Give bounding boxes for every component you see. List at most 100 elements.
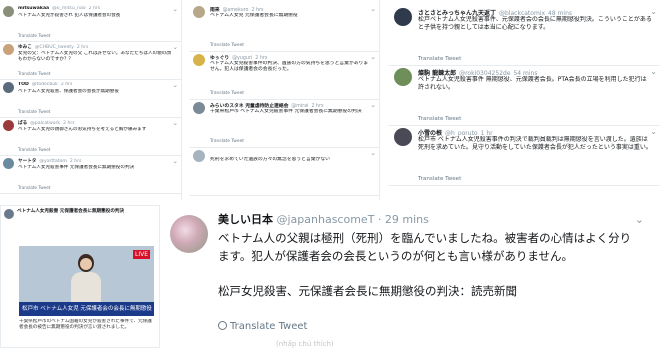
tweet-avatar[interactable] <box>193 102 205 114</box>
tweet-time[interactable]: 2 hrs <box>89 6 101 11</box>
translate-tweet-link[interactable]: Translate Tweet <box>18 109 50 114</box>
divider <box>0 193 181 194</box>
tweet-handle[interactable]: @todocbuk <box>32 82 58 87</box>
main-tweet-author-name[interactable]: 美しい日本 <box>218 213 273 226</box>
tweet-handle[interactable]: @CHBUC_tweety <box>35 45 74 50</box>
tweet-text: 松戸ベトナム人女児殺害事件、元保護者会の会長に無期懲役判決。こういうことがあると… <box>418 16 652 31</box>
tweet-item[interactable]: 雨来 @amekuro 2 hrs ベトナム人女児 元保護者会長に無期懲役 Trans… <box>190 4 379 52</box>
tweet-header: ヤートタ @yarttatom 2 hrs <box>18 158 171 164</box>
chevron-down-icon[interactable]: ⌄ <box>370 101 376 109</box>
tweet-avatar[interactable] <box>193 150 205 162</box>
chevron-down-icon[interactable]: ⌄ <box>650 127 657 136</box>
chevron-down-icon[interactable]: ⌄ <box>650 7 657 16</box>
tweet-item[interactable]: ゆぅぐり @yuguri 2 hrs ベトナム人女児殺害事件の判決、遺族の方の気持ちを… <box>190 52 379 100</box>
image-caption-footer: (nhấp chú thích) <box>276 340 334 348</box>
tweet-text: ベトナム人女児が殺害され 犯人は保護者会の会長 <box>18 12 121 18</box>
tweet-item[interactable]: ゆみこ @CHBUC_tweety 2 hrs 女児の父：ベトナム人女児の父 これは許… <box>0 42 181 80</box>
translate-tweet-label: Translate Tweet <box>230 321 308 332</box>
tweet-text: ベトナム人女児殺害事件の判決、遺族の方の気持ちを思うと言葉がありません。犯人は保… <box>210 60 369 73</box>
main-tweet-link-text[interactable]: 松戸女児殺害、元保護者会長に無期懲役の判決：読売新聞 <box>218 283 638 299</box>
chevron-down-icon[interactable]: ⌄ <box>635 213 644 226</box>
tweet-item[interactable]: TOD @todocbuk 2 hrs ベトナム人女児殺害、保護者会の会長が無期懲役 T… <box>0 80 181 118</box>
tweet-item[interactable]: さとさとみっちゃん九天返丁 @blackcatomix 48 mins 松戸ベトナム人… <box>388 6 660 66</box>
translate-tweet-link[interactable]: Translate Tweet <box>210 91 244 96</box>
tweet-text: ベトナム人女児殺害事件 元保護者会長に無期懲役の判決 <box>18 164 135 170</box>
tweet-author-name[interactable]: TOD <box>18 82 29 87</box>
tweet-author-name[interactable]: ぱる <box>18 121 27 126</box>
main-tweet-handle[interactable]: @japanhascomeT <box>277 213 375 226</box>
chevron-down-icon[interactable]: ⌄ <box>172 5 178 13</box>
tweet-time[interactable]: 2 hrs <box>77 45 89 50</box>
translate-tweet-button[interactable]: Translate Tweet <box>218 321 307 332</box>
chevron-down-icon[interactable]: ⌄ <box>370 5 376 13</box>
tweet-text: 松戸市 ベトナム人女児殺害事件の判決で裁判員裁判は無期懲役を言い渡した。遺族は死… <box>418 136 652 151</box>
chevron-down-icon[interactable]: ⌄ <box>172 119 178 127</box>
tweet-time[interactable]: 2 hrs <box>63 121 75 126</box>
tweet-item[interactable]: みらいのスタネ 児童虐待防止連絡会 @mirai 2 hrs 千葉県松戸市 ベトナム人… <box>190 100 379 148</box>
tweet-time[interactable]: 2 hrs <box>70 159 82 164</box>
tweet-item[interactable]: 燦駒 龍錬太郎 @roki0304252de 54 mins ベトナム人女児殺害事件 … <box>388 66 660 126</box>
translate-tweet-link[interactable]: Translate Tweet <box>210 43 244 48</box>
chevron-down-icon[interactable]: ⌄ <box>370 149 376 157</box>
chevron-down-icon[interactable]: ⌄ <box>650 67 657 76</box>
main-tweet-time[interactable]: 29 mins <box>385 213 429 226</box>
news-caption-bar: 松戸市 ベトナム人女児 元保護者会の会長に無期懲役 <box>19 302 154 316</box>
tweet-author-name[interactable]: mitsuwakaa <box>18 6 49 11</box>
divider <box>388 185 660 186</box>
tweet-text: ベトナム人女児殺害事件 無期懲役、元保護者会長。PTA会長の立場を利用した犯行は… <box>418 76 647 91</box>
news-headline: ベトナム人女児殺害 元保護者会長に無期懲役の判決 <box>17 209 125 214</box>
chevron-down-icon[interactable]: ⌄ <box>172 157 178 165</box>
tweet-avatar[interactable] <box>3 82 14 93</box>
tweet-avatar[interactable] <box>3 158 14 169</box>
tweet-handle[interactable]: @yarttatom <box>39 159 67 164</box>
tweet-item[interactable]: ぱる @palcatwork 2 hrs ベトナム人女児の親御さんのお気持ちを考えると… <box>0 118 181 156</box>
translate-tweet-link[interactable]: Translate Tweet <box>18 185 50 190</box>
translate-tweet-link[interactable]: Translate Tweet <box>18 71 50 76</box>
tweet-item[interactable]: ヤートタ @yarttatom 2 hrs ベトナム人女児殺害事件 元保護者会長に無期… <box>0 156 181 194</box>
tweet-handle[interactable]: @palcatwork <box>30 121 60 126</box>
translate-tweet-link[interactable]: Translate Tweet <box>18 33 50 38</box>
tweet-avatar[interactable] <box>3 44 14 55</box>
anchor-figure <box>69 254 103 302</box>
news-sub-text: 千葉県松戸市のベトナム国籍の女児が殺害された事件で、元保護者会長の被告に無期懲役… <box>19 319 152 330</box>
tweet-text: ベトナム人女児の親御さんのお気持ちを考えると胸が痛みます <box>18 126 147 132</box>
tweet-item[interactable]: mitsuwakaa @o_mitsu_nao 2 hrs ベトナム人女児が殺害され … <box>0 4 181 42</box>
chevron-down-icon[interactable]: ⌄ <box>172 81 178 89</box>
chevron-down-icon[interactable]: ⌄ <box>172 43 178 51</box>
chevron-down-icon[interactable]: ⌄ <box>370 53 376 61</box>
main-tweet-avatar[interactable] <box>170 215 208 253</box>
tweet-avatar[interactable] <box>193 6 205 18</box>
left-tweet-panel: mitsuwakaa @o_mitsu_nao 2 hrs ベトナム人女児が殺害され … <box>0 0 182 200</box>
tweet-avatar[interactable] <box>3 120 14 131</box>
news-avatar <box>4 209 14 219</box>
tweet-item[interactable]: 小雪の根 @h_poruto 1 hr 松戸市 ベトナム人女児殺害事件の判決で裁判員裁… <box>388 126 660 186</box>
tweet-author-name[interactable]: ゆみこ <box>18 45 32 50</box>
translate-tweet-link[interactable]: Translate Tweet <box>418 56 461 62</box>
tweet-avatar[interactable] <box>394 8 412 26</box>
tweet-text: ベトナム人女児殺害、保護者会の会長が無期懲役 <box>18 88 119 94</box>
tweet-author-name[interactable]: ヤートタ <box>18 159 36 164</box>
tweet-text: 女児の父：ベトナム人女児の父 これは許せない。あなたたちは人の親の顔もわからない… <box>18 50 171 62</box>
news-video-player[interactable]: LIVE 松戸市 ベトナム人女児 元保護者会の会長に無期懲役 <box>19 246 154 316</box>
tweet-avatar[interactable] <box>394 68 412 86</box>
translate-tweet-link[interactable]: Translate Tweet <box>418 176 461 182</box>
tweet-handle[interactable]: @o_mitsu_nao <box>52 6 85 11</box>
translate-tweet-link[interactable]: Translate Tweet <box>418 116 461 122</box>
live-badge: LIVE <box>132 250 150 259</box>
globe-icon <box>218 321 227 330</box>
tweet-header: ぱる @palcatwork 2 hrs <box>18 120 171 126</box>
translate-tweet-link[interactable]: Translate Tweet <box>210 139 244 144</box>
tweet-avatar[interactable] <box>394 128 412 146</box>
tweet-item[interactable]: 死刑を求めていた遺族の方々の無念を思うと言葉がない ⌄ <box>190 148 379 196</box>
news-video-panel: ベトナム人女児殺害 元保護者会長に無期懲役の判決 LIVE 松戸市 ベトナム人女… <box>0 205 160 348</box>
main-tweet-card[interactable]: 美しい日本 @japanhascomeT · 29 mins ⌄ ベトナム人の父… <box>166 205 660 348</box>
tweet-avatar[interactable] <box>3 6 14 17</box>
right-tweet-panel: さとさとみっちゃん九天返丁 @blackcatomix 48 mins 松戸ベトナム人… <box>388 0 660 200</box>
tweet-time[interactable]: 2 hrs <box>61 82 73 87</box>
tweet-text: ベトナム人女児 元保護者会長に無期懲役 <box>210 12 298 18</box>
translate-tweet-link[interactable]: Translate Tweet <box>18 147 50 152</box>
main-tweet-header: 美しい日本 @japanhascomeT · 29 mins <box>218 213 429 226</box>
tweet-text: 死刑を求めていた遺族の方々の無念を思うと言葉がない <box>210 156 330 162</box>
tweet-avatar[interactable] <box>193 54 205 66</box>
tweet-text: 千葉県松戸市 ベトナム人女児殺害事件 元保護者会長に無期懲役の判決 <box>210 108 362 114</box>
